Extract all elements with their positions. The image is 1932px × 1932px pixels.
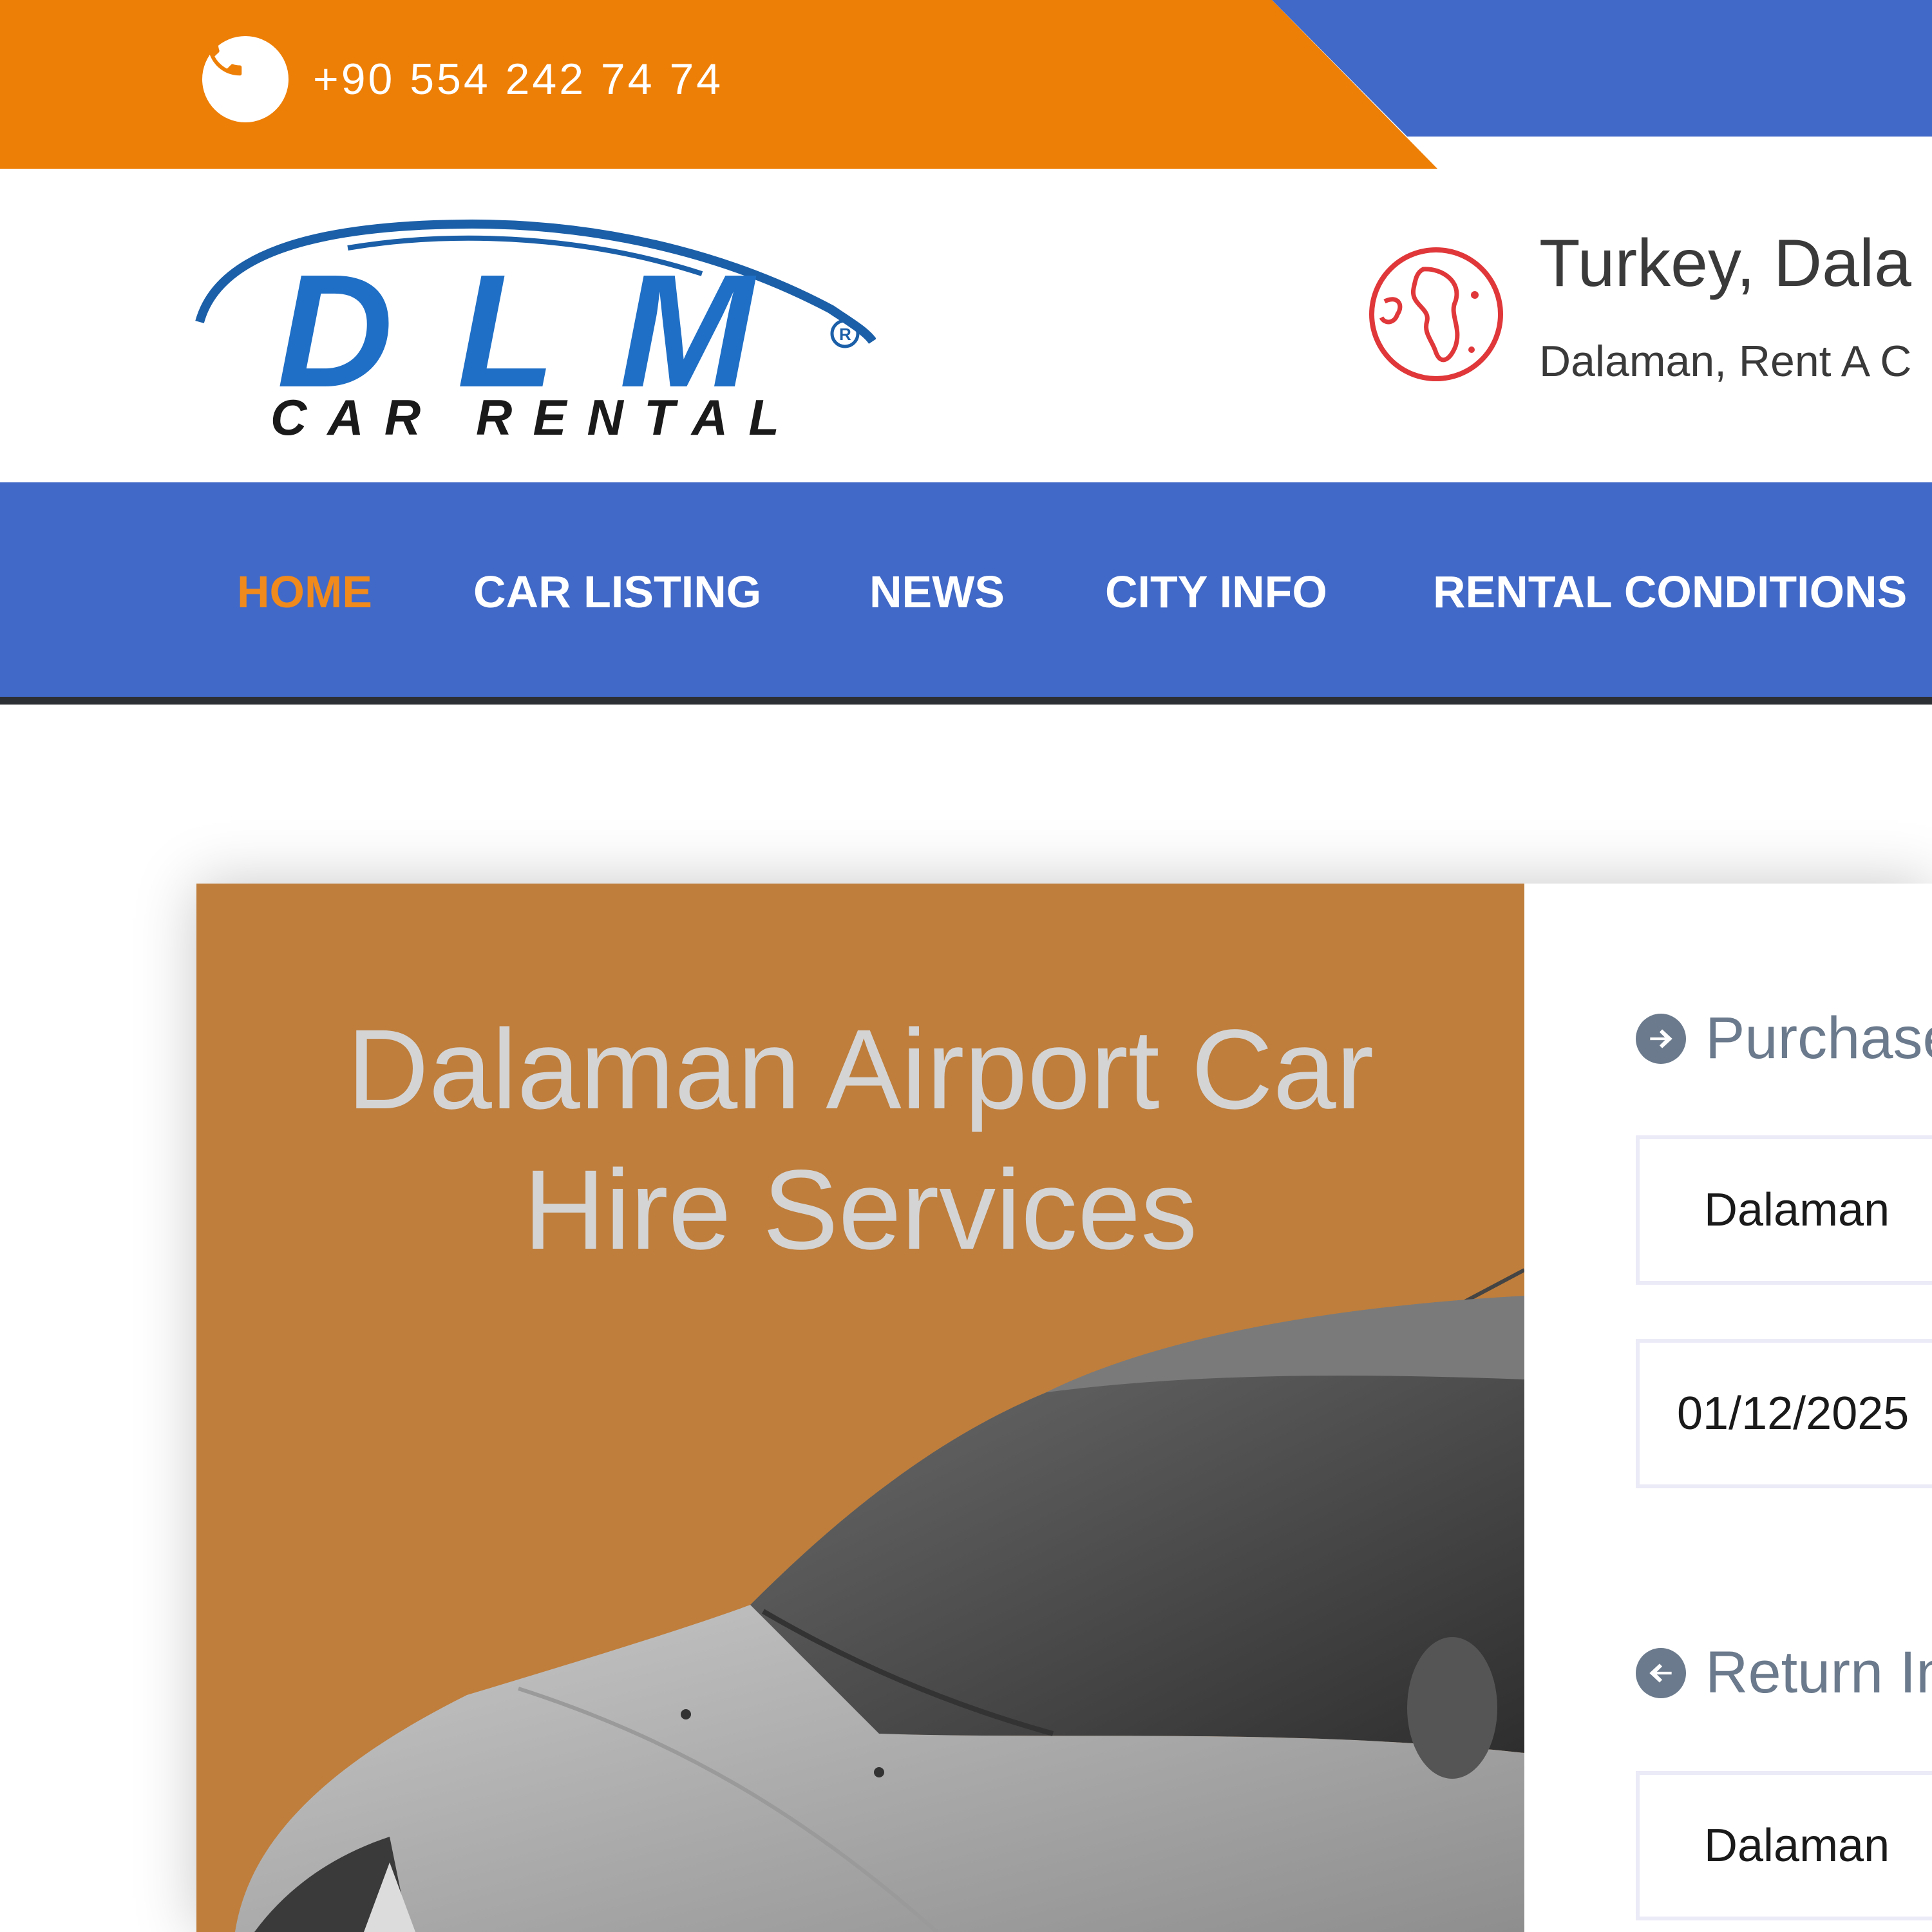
phone-number[interactable]: +90 554 242 74 74 [313,54,723,104]
return-heading-label: Return In [1705,1640,1932,1705]
nav-home[interactable]: HOME [237,566,372,618]
dlm-logo[interactable]: R DLM CAR RENTAL [193,213,876,451]
main-nav: HOME CAR LISTING NEWS CITY INFO RENTAL C… [0,482,1932,705]
phone-icon [202,36,289,122]
arrow-right-circle-icon [1636,1013,1686,1064]
hero-title-line-2: Hire Services [523,1147,1198,1273]
nav-rental-conditions[interactable]: RENTAL CONDITIONS [1433,566,1907,618]
location-title: Turkey, Dala [1539,226,1911,301]
purchase-date-field[interactable]: 01/12/2025 [1636,1339,1932,1488]
location-subtitle: Dalaman, Rent A C [1539,337,1912,386]
globe-icon [1365,243,1507,385]
hero-title: Dalaman Airport Car Hire Services [196,999,1524,1280]
phone-contact[interactable]: +90 554 242 74 74 [202,36,723,122]
nav-news[interactable]: NEWS [869,566,1005,618]
nav-car-listing[interactable]: CAR LISTING [473,566,761,618]
purchase-location-field[interactable]: Dalaman [1636,1135,1932,1285]
hero-banner: Dalaman Airport Car Hire Services [196,884,1524,1932]
top-contact-bar: +90 554 242 74 74 [0,0,1932,169]
svg-text:R: R [839,325,851,344]
nav-city-info[interactable]: CITY INFO [1105,566,1327,618]
return-location-field[interactable]: Dalaman [1636,1771,1932,1920]
hero-title-line-1: Dalaman Airport Car [346,1007,1374,1133]
return-heading: Return In [1636,1639,1932,1707]
purchase-heading-label: Purchase [1705,1005,1932,1071]
arrow-left-circle-icon [1636,1647,1686,1698]
purchase-heading: Purchase [1636,1005,1932,1072]
